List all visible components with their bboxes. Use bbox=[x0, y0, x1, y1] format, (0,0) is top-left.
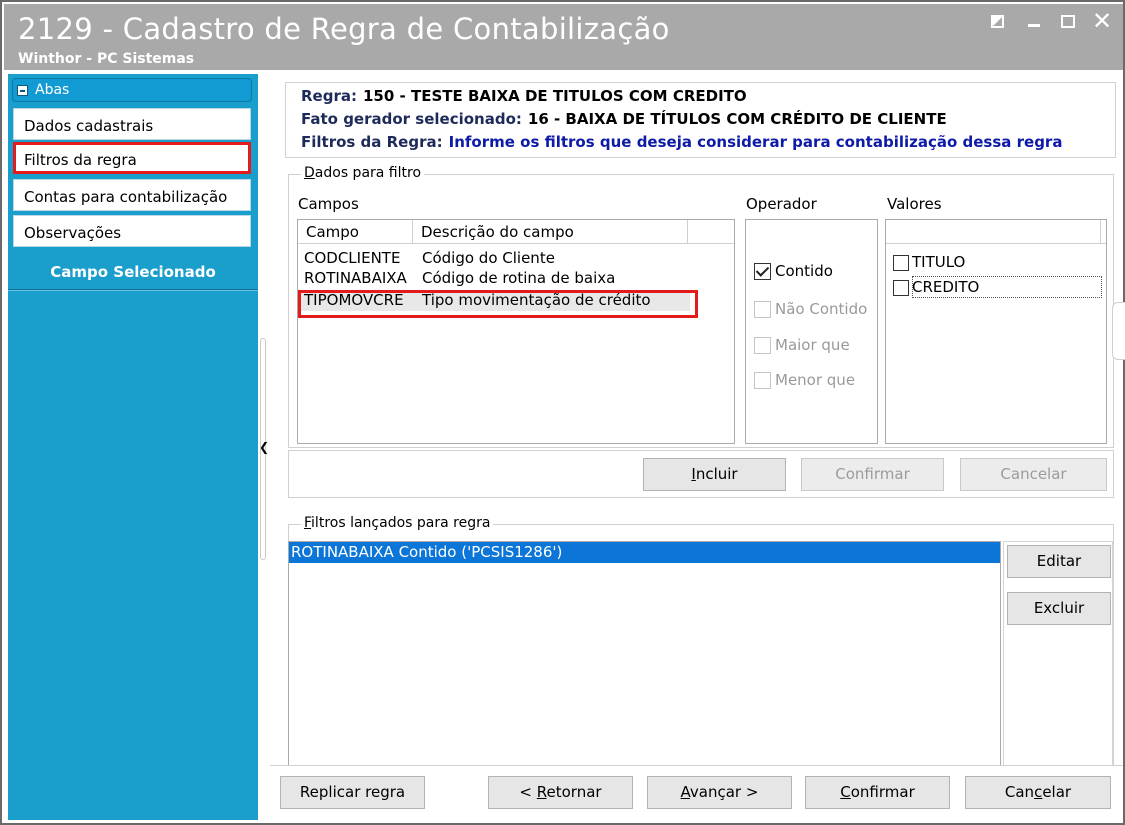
checkbox-checked[interactable] bbox=[754, 263, 771, 280]
filtros-lancados-title: Filtros lançados para regra bbox=[301, 515, 494, 531]
fato-gerador-value: 16 - BAIXA DE TÍTULOS COM CRÉDITO DE CLI… bbox=[527, 110, 947, 128]
checkbox bbox=[754, 372, 771, 389]
editar-button[interactable]: Editar bbox=[1007, 545, 1111, 578]
regra-line: Regra: 150 - TESTE BAIXA DE TITULOS COM C… bbox=[301, 87, 747, 105]
operador-menor-que: Menor que bbox=[754, 371, 855, 389]
window-subtitle: Winthor - PC Sistemas bbox=[18, 51, 195, 67]
list-item-selected[interactable]: ROTINABAIXA Contido ('PCSIS1286') bbox=[289, 542, 1000, 563]
cell-descricao: Código do Cliente bbox=[422, 249, 555, 267]
regra-value: 150 - TESTE BAIXA DE TITULOS COM CREDITO bbox=[362, 87, 747, 105]
checkbox[interactable] bbox=[893, 254, 909, 271]
sidebar-item-filtros-da-regra[interactable]: Filtros da regra bbox=[13, 142, 251, 174]
collapse-icon[interactable] bbox=[17, 85, 28, 96]
dados-filtro-title: Dados para filtro bbox=[301, 165, 425, 181]
operador-label-text: Maior que bbox=[775, 336, 850, 354]
operador-label: Operador bbox=[746, 195, 817, 213]
column-header-campo[interactable]: Campo bbox=[298, 220, 413, 244]
filtros-regra-label: Filtros da Regra: bbox=[301, 133, 443, 151]
cancelar-button[interactable]: Cancelar bbox=[965, 776, 1111, 809]
valores-panel: TITULO CREDITO bbox=[885, 219, 1107, 444]
cell-campo: ROTINABAIXA bbox=[304, 269, 407, 287]
checkbox bbox=[754, 301, 771, 318]
sidebar-item-label: Contas para contabilização bbox=[24, 188, 228, 206]
side-panel-tab[interactable] bbox=[1112, 302, 1125, 360]
valores-label: Valores bbox=[887, 195, 942, 213]
main-panel: Regra: 150 - TESTE BAIXA DE TITULOS COM C… bbox=[268, 74, 1123, 820]
column-header-descricao[interactable]: Descrição do campo bbox=[413, 220, 688, 244]
window-title: 2129 - Cadastro de Regra de Contabilizaç… bbox=[18, 12, 670, 46]
restore-icon[interactable] bbox=[986, 10, 1010, 34]
fato-gerador-label: Fato gerador selecionado: bbox=[301, 110, 522, 128]
filtros-regra-value: Informe os filtros que deseja considerar… bbox=[448, 133, 1063, 151]
operador-label-text: Não Contido bbox=[775, 300, 868, 318]
confirmar-button[interactable]: Confirmar bbox=[805, 776, 950, 809]
confirmar-filtro-button: Confirmar bbox=[801, 458, 944, 491]
operador-label-text: Menor que bbox=[775, 371, 856, 389]
title-bar[interactable]: 2129 - Cadastro de Regra de Contabilizaç… bbox=[4, 4, 1123, 70]
operador-panel: Contido Não Contido Maior que Menor que bbox=[745, 219, 878, 444]
selection-highlight bbox=[298, 290, 698, 318]
maximize-icon bbox=[1061, 15, 1075, 28]
column-header-filler bbox=[688, 220, 734, 244]
abas-header[interactable]: Abas bbox=[12, 78, 252, 102]
close-button[interactable]: ✕ bbox=[1090, 7, 1114, 35]
excluir-button[interactable]: Excluir bbox=[1007, 592, 1111, 625]
fato-gerador-line: Fato gerador selecionado: 16 - BAIXA DE T… bbox=[301, 110, 947, 128]
operador-maior-que: Maior que bbox=[754, 336, 850, 354]
operador-nao-contido: Não Contido bbox=[754, 300, 867, 318]
sidebar-item-label: Filtros da regra bbox=[24, 151, 137, 169]
sidebar-item-dados-cadastrais[interactable]: Dados cadastrais bbox=[13, 108, 251, 140]
sidebar-item-label: Dados cadastrais bbox=[24, 117, 154, 135]
campos-grid[interactable]: Campo Descrição do campo CODCLIENTE Códi… bbox=[297, 219, 735, 444]
sidebar-item-contas-para-contabilizacao[interactable]: Contas para contabilização bbox=[13, 179, 251, 211]
table-row[interactable]: ROTINABAIXA Código de rotina de baixa bbox=[298, 268, 734, 289]
campos-label: Campos bbox=[298, 195, 359, 213]
cell-descricao: Código de rotina de baixa bbox=[422, 269, 616, 287]
maximize-button[interactable] bbox=[1056, 10, 1080, 34]
avancar-button[interactable]: Avançar > bbox=[647, 776, 792, 809]
focus-rectangle bbox=[912, 276, 1102, 298]
filtros-lancados-list[interactable]: ROTINABAIXA Contido ('PCSIS1286') bbox=[288, 541, 1001, 787]
incluir-button[interactable]: Incluir bbox=[643, 458, 786, 491]
divider bbox=[8, 290, 258, 291]
filtros-regra-line: Filtros da Regra: Informe os filtros que … bbox=[301, 133, 1062, 151]
close-icon: ✕ bbox=[1091, 7, 1113, 35]
table-row[interactable]: CODCLIENTE Código do Cliente bbox=[298, 248, 734, 269]
cell-campo: CODCLIENTE bbox=[304, 249, 401, 267]
operador-contido[interactable]: Contido bbox=[754, 262, 833, 280]
sidebar-item-observacoes[interactable]: Observações bbox=[13, 215, 251, 247]
application-window: 2129 - Cadastro de Regra de Contabilizaç… bbox=[0, 0, 1125, 825]
operador-label-text: Contido bbox=[775, 262, 833, 280]
minimize-button[interactable] bbox=[1022, 10, 1046, 34]
sidebar-item-label: Observações bbox=[24, 224, 122, 242]
abas-header-label: Abas bbox=[35, 82, 70, 98]
replicar-regra-button[interactable]: Replicar regra bbox=[280, 776, 425, 809]
minimize-icon bbox=[1028, 24, 1040, 27]
sidebar: Abas Dados cadastrais Filtros da regra C… bbox=[8, 74, 258, 820]
cancelar-filtro-button: Cancelar bbox=[960, 458, 1107, 491]
splitter[interactable]: ❮ bbox=[258, 74, 269, 820]
campo-selecionado-header: Campo Selecionado bbox=[8, 258, 258, 290]
checkbox[interactable] bbox=[893, 279, 909, 296]
valores-header bbox=[886, 220, 1106, 244]
grid-header: Campo Descrição do campo bbox=[298, 220, 734, 244]
retornar-button[interactable]: < Retornar bbox=[488, 776, 633, 809]
valor-titulo[interactable]: TITULO bbox=[893, 253, 965, 271]
valor-label: TITULO bbox=[912, 253, 966, 271]
checkbox bbox=[754, 337, 771, 354]
regra-label: Regra: bbox=[301, 87, 357, 105]
rule-info-panel: Regra: 150 - TESTE BAIXA DE TITULOS COM C… bbox=[285, 82, 1116, 158]
